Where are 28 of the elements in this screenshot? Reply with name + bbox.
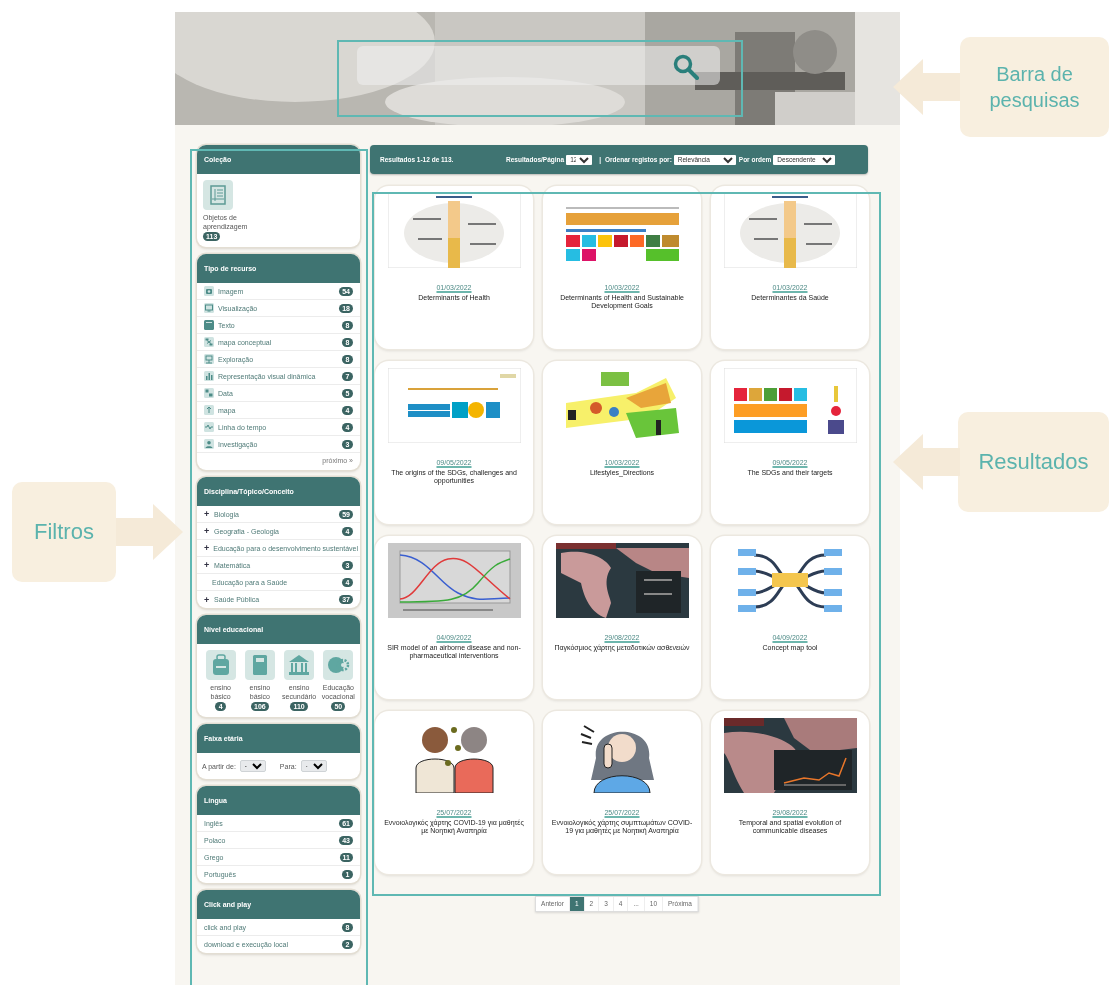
document-icon (204, 320, 214, 330)
callout-arrow (893, 434, 960, 490)
backpack-icon[interactable] (205, 650, 236, 680)
building-icon[interactable] (284, 650, 315, 680)
timeline-icon (204, 422, 214, 432)
book-icon[interactable] (244, 650, 275, 680)
search-icon[interactable] (673, 54, 699, 80)
bar-chart-icon (204, 371, 214, 381)
monitor-icon (204, 303, 214, 313)
expand-icon[interactable]: + (204, 509, 210, 519)
callout-label: Filtros (12, 482, 116, 582)
document-icon[interactable] (203, 180, 233, 210)
callout-label: Barra de pesquisas (960, 37, 1109, 137)
expand-icon[interactable]: + (204, 594, 210, 605)
person-icon (204, 439, 214, 449)
callout-label: Resultados (958, 412, 1109, 512)
network-icon (204, 337, 214, 347)
camera-icon (204, 286, 214, 296)
search-field[interactable] (357, 46, 720, 85)
chart-icon (204, 388, 214, 398)
expand-icon[interactable]: + (204, 526, 210, 536)
map-icon (204, 405, 214, 415)
callout-arrow (116, 504, 183, 560)
callout-arrow (893, 59, 960, 115)
easel-icon (204, 354, 214, 364)
gear-head-icon[interactable] (323, 650, 354, 680)
expand-icon[interactable]: + (204, 560, 210, 570)
expand-icon[interactable]: + (204, 543, 210, 553)
